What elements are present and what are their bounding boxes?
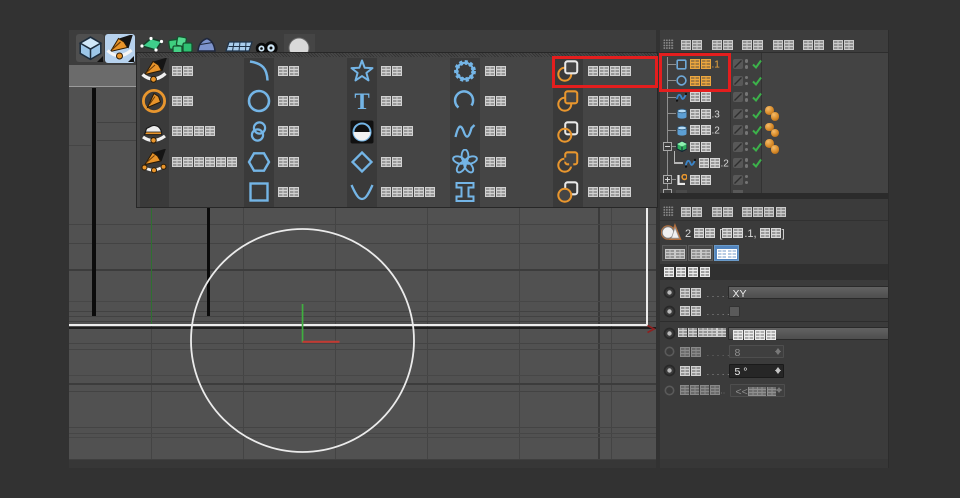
- svg-text:T: T: [354, 89, 369, 114]
